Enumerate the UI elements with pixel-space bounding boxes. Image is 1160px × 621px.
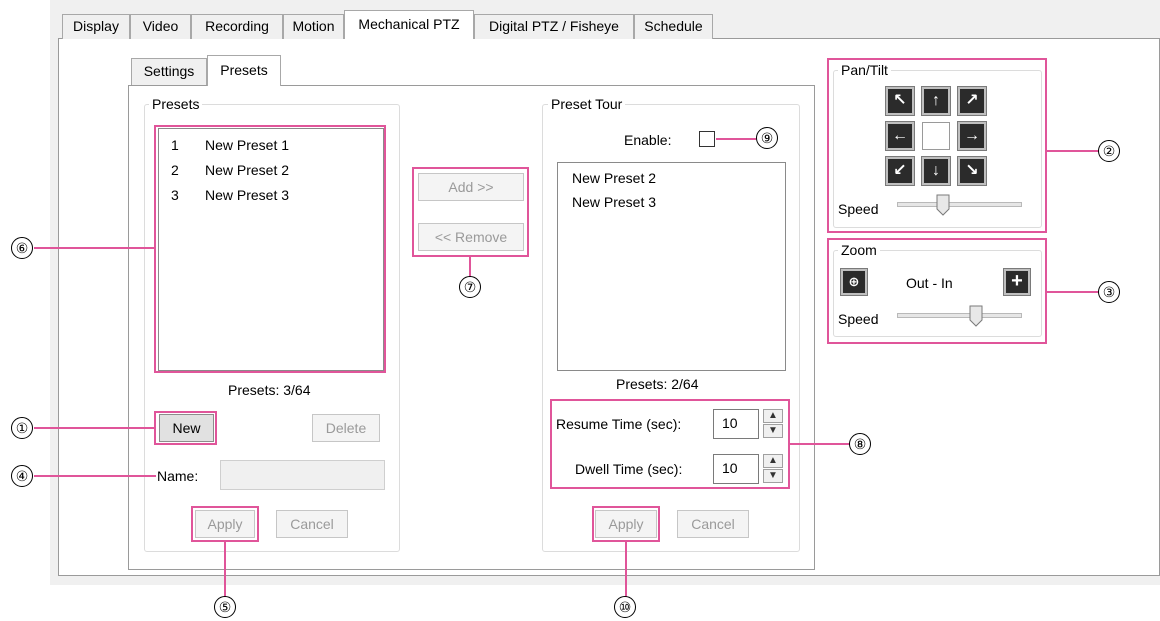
new-preset-button[interactable]: New [159, 414, 214, 442]
leader-line [716, 138, 756, 140]
zoom-range-label: Out - In [906, 275, 953, 291]
callout-9: ⑨ [756, 127, 778, 149]
callout-3: ③ [1098, 281, 1120, 303]
callout-7: ⑦ [459, 276, 481, 298]
add-to-tour-button[interactable]: Add >> [418, 173, 524, 201]
leader-line [34, 475, 156, 477]
callout-5: ⑤ [214, 596, 236, 618]
resume-up-button[interactable]: ▲ [763, 409, 783, 423]
tour-cancel-button[interactable]: Cancel [677, 510, 749, 538]
enable-label: Enable: [624, 132, 672, 148]
dwell-time-label: Dwell Time (sec): [575, 461, 683, 477]
leader-line [34, 427, 155, 429]
leader-line [1047, 291, 1099, 293]
pan-left-icon[interactable]: ← [885, 121, 915, 151]
presets-list[interactable]: 1 New Preset 1 2 New Preset 2 3 New Pres… [158, 128, 384, 371]
zoom-out-icon[interactable]: ⊕ [840, 268, 868, 296]
name-label: Name: [157, 468, 199, 484]
leader-line [1047, 150, 1099, 152]
pantilt-speed-label: Speed [838, 201, 879, 217]
dwell-time-input[interactable]: 10 [713, 454, 759, 484]
subtab-settings[interactable]: Settings [131, 58, 207, 85]
tour-count: Presets: 2/64 [616, 376, 699, 392]
presets-cancel-button[interactable]: Cancel [276, 510, 348, 538]
pan-up-left-icon[interactable]: ↖ [885, 86, 915, 116]
presets-count: Presets: 3/64 [228, 382, 311, 398]
leader-line [625, 542, 627, 597]
preset-tour-group-title: Preset Tour [548, 96, 626, 112]
enable-tour-checkbox[interactable] [699, 131, 715, 147]
delete-preset-button[interactable]: Delete [312, 414, 380, 442]
pan-up-right-icon[interactable]: ↗ [957, 86, 987, 116]
tab-display[interactable]: Display [62, 14, 130, 39]
presets-group-title: Presets [149, 96, 203, 112]
dwell-down-button[interactable]: ▼ [763, 469, 783, 483]
callout-8: ⑧ [849, 433, 871, 455]
list-item[interactable]: New Preset 2 [572, 169, 656, 187]
tour-list[interactable]: New Preset 2 New Preset 3 [557, 162, 786, 371]
zoom-speed-label: Speed [838, 311, 879, 327]
leader-line [34, 247, 155, 249]
list-item-number: 2 [171, 162, 179, 178]
list-item-number: 3 [171, 187, 179, 203]
tour-apply-button[interactable]: Apply [595, 510, 657, 538]
tab-digital-ptz-fisheye[interactable]: Digital PTZ / Fisheye [474, 14, 634, 39]
tilt-up-icon[interactable]: ↑ [921, 86, 951, 116]
tab-schedule[interactable]: Schedule [634, 14, 713, 39]
leader-line [224, 542, 226, 597]
zoom-group-title: Zoom [838, 242, 880, 258]
callout-6: ⑥ [11, 237, 33, 259]
resume-down-button[interactable]: ▼ [763, 424, 783, 438]
zoom-speed-track [897, 313, 1022, 318]
tab-motion[interactable]: Motion [283, 14, 344, 39]
list-item[interactable]: New Preset 3 [205, 186, 289, 204]
resume-time-label: Resume Time (sec): [556, 416, 682, 432]
callout-4: ④ [11, 465, 33, 487]
callout-2: ② [1098, 140, 1120, 162]
pan-tilt-group-title: Pan/Tilt [838, 62, 891, 78]
pan-down-right-icon[interactable]: ↘ [957, 156, 987, 186]
preset-name-input[interactable] [220, 460, 385, 490]
callout-10: ⑩ [614, 596, 636, 618]
pantilt-speed-slider[interactable] [936, 194, 950, 216]
pan-down-left-icon[interactable]: ↙ [885, 156, 915, 186]
leader-line [790, 443, 850, 445]
pan-right-icon[interactable]: → [957, 121, 987, 151]
tilt-down-icon[interactable]: ↓ [921, 156, 951, 186]
dwell-up-button[interactable]: ▲ [763, 454, 783, 468]
tab-video[interactable]: Video [130, 14, 191, 39]
presets-apply-button[interactable]: Apply [195, 510, 255, 538]
list-item[interactable]: New Preset 2 [205, 161, 289, 179]
tab-recording[interactable]: Recording [191, 14, 283, 39]
zoom-speed-slider[interactable] [969, 305, 983, 327]
ptz-home-button[interactable] [922, 122, 950, 150]
callout-1: ① [11, 417, 33, 439]
zoom-in-icon[interactable]: + [1003, 268, 1031, 296]
list-item[interactable]: New Preset 3 [572, 193, 656, 211]
remove-from-tour-button[interactable]: << Remove [418, 223, 524, 251]
list-item-number: 1 [171, 137, 179, 153]
list-item[interactable]: New Preset 1 [205, 136, 289, 154]
subtab-presets[interactable]: Presets [207, 55, 281, 86]
pantilt-speed-track [897, 202, 1022, 207]
tab-mechanical-ptz[interactable]: Mechanical PTZ [344, 10, 474, 39]
leader-line [469, 257, 471, 277]
resume-time-input[interactable]: 10 [713, 409, 759, 439]
